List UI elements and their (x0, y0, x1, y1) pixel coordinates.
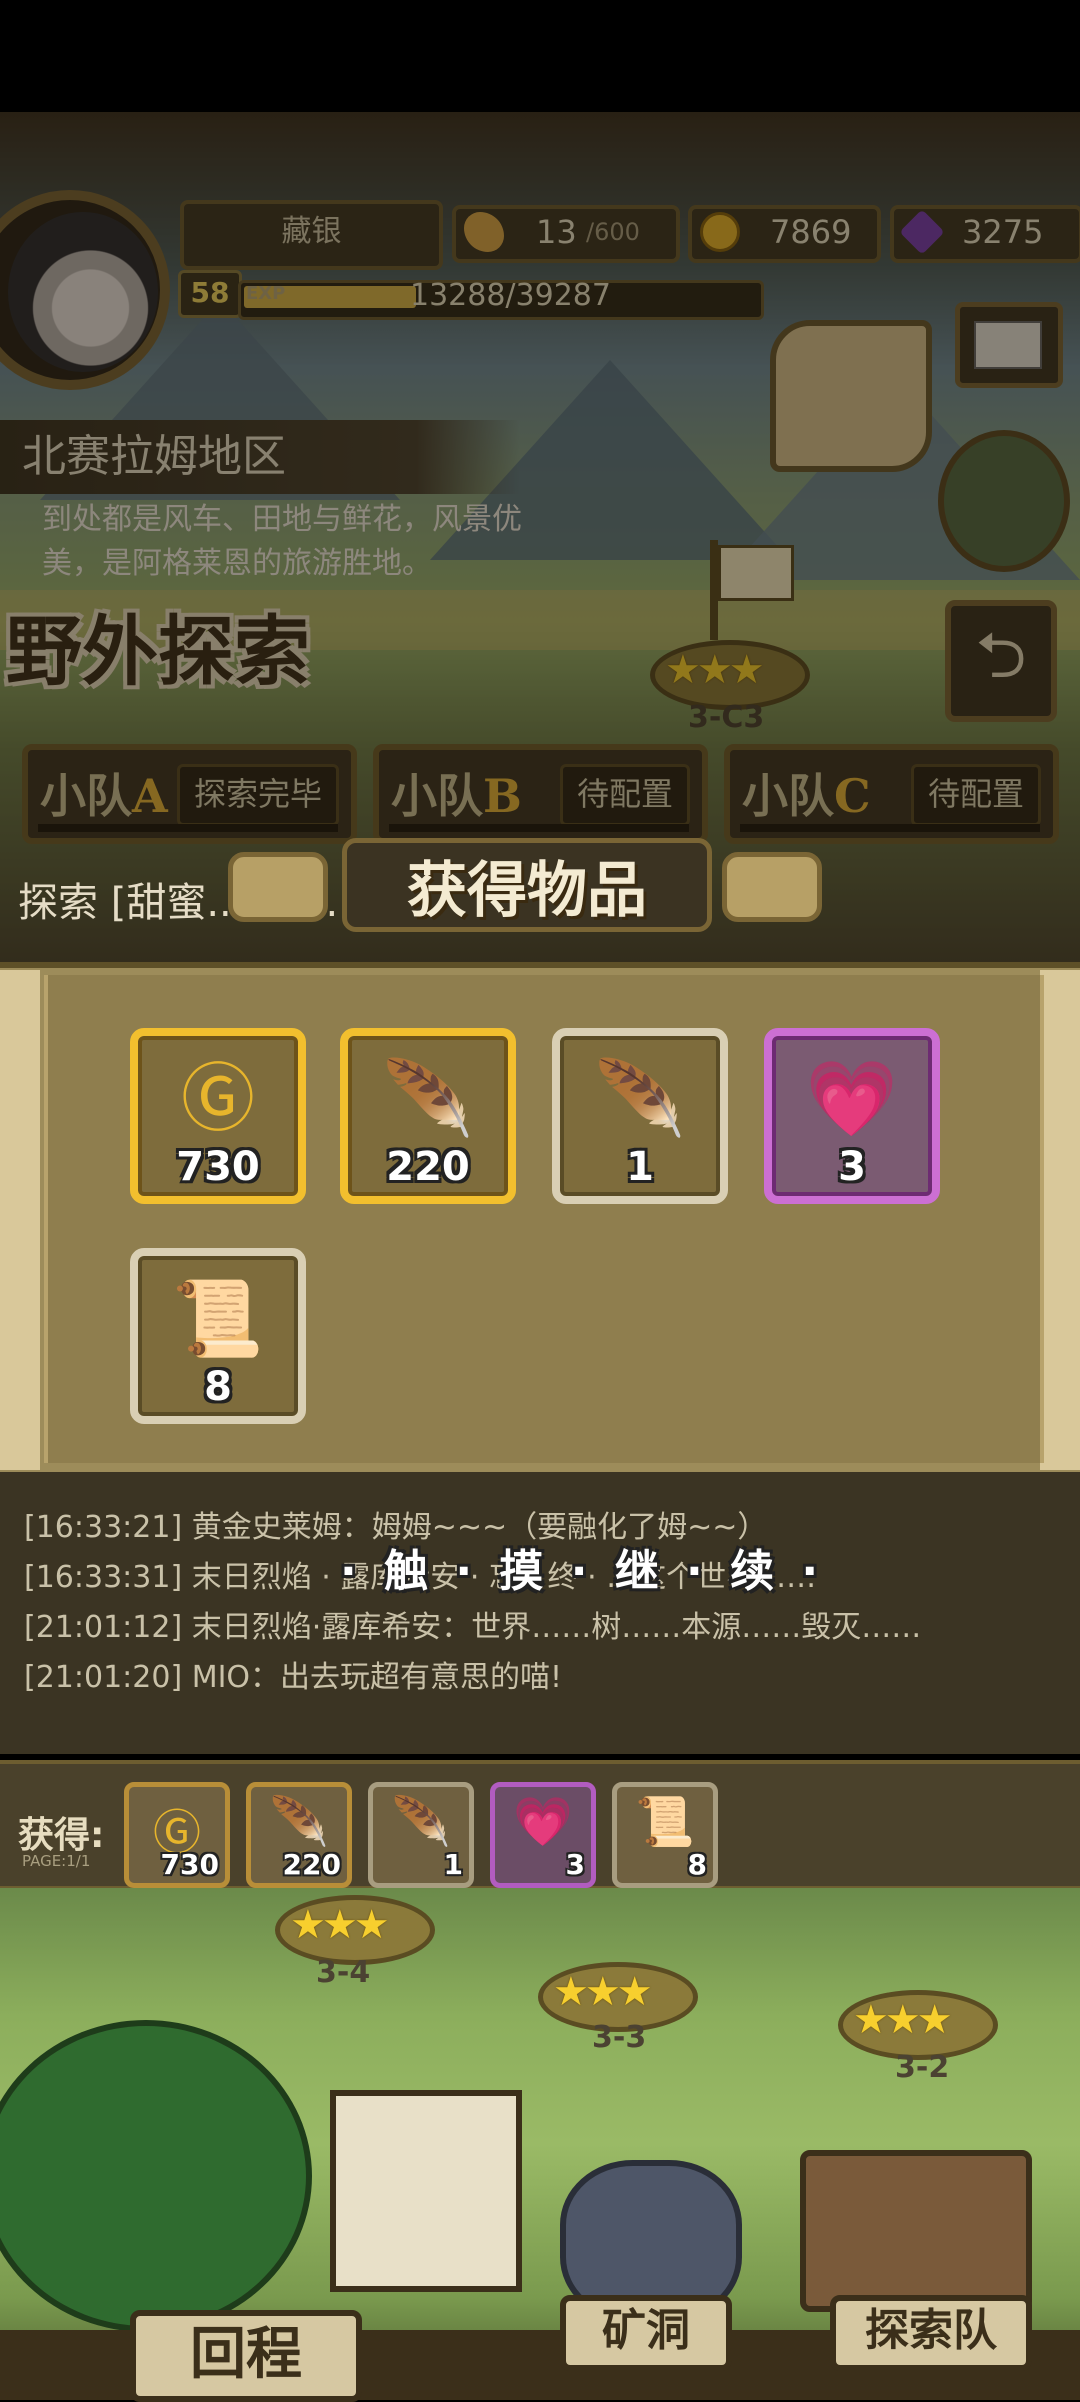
item-count: 730 (160, 1848, 219, 1881)
star-rating: ★★★ (290, 1902, 390, 1948)
obtained-winged-heart[interactable]: 💗 3 (490, 1782, 596, 1888)
winged-heart-icon: 💗 (805, 1056, 899, 1142)
map-node-label: 3-3 (592, 2020, 647, 2055)
gold-coin-icon: Ⓖ (181, 1056, 255, 1142)
popup-title: 获得物品 (407, 856, 647, 926)
reward-item-rainbow-feather[interactable]: 🪶 1 (552, 1028, 728, 1204)
camp-tent (800, 2150, 1032, 2312)
reward-item-green-feather[interactable]: 🪶 220 (340, 1028, 516, 1204)
item-count: 220 (386, 1144, 470, 1190)
panel-edge (0, 970, 40, 1470)
mine-button[interactable]: 矿洞 (560, 2295, 732, 2371)
reward-item-winged-heart[interactable]: 💗 3 (764, 1028, 940, 1204)
log-line: [21:01:20] MIO：出去玩超有意思的喵! (24, 1660, 563, 1695)
popup-tab-decoration (722, 852, 822, 922)
tap-to-continue[interactable]: · 触 · 摸 · 继 · 续 · (340, 1535, 824, 1599)
green-feather-icon: 🪶 (381, 1056, 475, 1142)
star-rating: ★★★ (853, 1997, 953, 2043)
scroll-icon: 📜 (171, 1276, 265, 1362)
modal-overlay[interactable] (0, 112, 1080, 962)
reward-item-gold[interactable]: Ⓖ 730 (130, 1028, 306, 1204)
item-count: 1 (626, 1144, 654, 1190)
message-log[interactable]: [16:33:21] 黄金史莱姆：姆姆~~~（要融化了姆~~） [16:33:3… (0, 1472, 1080, 1754)
item-count: 3 (838, 1144, 866, 1190)
popup-tab-decoration (228, 852, 328, 922)
obtain-page: PAGE:1/1 (22, 1852, 91, 1870)
obtained-scroll[interactable]: 📜 8 (612, 1782, 718, 1888)
reward-item-scroll[interactable]: 📜 8 (130, 1248, 306, 1424)
scroll-icon: 📜 (635, 1794, 695, 1850)
winged-heart-icon: 💗 (513, 1794, 573, 1850)
green-feather-icon: 🪶 (269, 1794, 329, 1850)
obtained-green-feather[interactable]: 🪶 220 (246, 1782, 352, 1888)
map-node-label: 3-2 (895, 2050, 950, 2085)
obtained-rainbow-feather[interactable]: 🪶 1 (368, 1782, 474, 1888)
item-count: 730 (176, 1144, 260, 1190)
obtain-label: 获得: (18, 1815, 105, 1856)
obtained-gold[interactable]: Ⓖ 730 (124, 1782, 230, 1888)
item-count: 220 (282, 1848, 341, 1881)
log-line: [21:01:12] 末日烈焰·露库希安：世界……树……本源……毁灭…… (24, 1610, 922, 1645)
panel-edge (1040, 970, 1080, 1470)
item-count: 8 (687, 1848, 707, 1881)
return-button[interactable]: 回程 (130, 2310, 362, 2402)
rainbow-feather-icon: 🪶 (593, 1056, 687, 1142)
house (330, 2090, 522, 2292)
team-button[interactable]: 探索队 (830, 2295, 1032, 2371)
star-rating: ★★★ (553, 1969, 653, 2015)
status-area (0, 0, 1080, 112)
item-count: 8 (204, 1364, 232, 1410)
map-node-label: 3-4 (316, 1955, 371, 1990)
rainbow-feather-icon: 🪶 (391, 1794, 451, 1850)
item-count: 1 (443, 1848, 463, 1881)
item-count: 3 (565, 1848, 585, 1881)
